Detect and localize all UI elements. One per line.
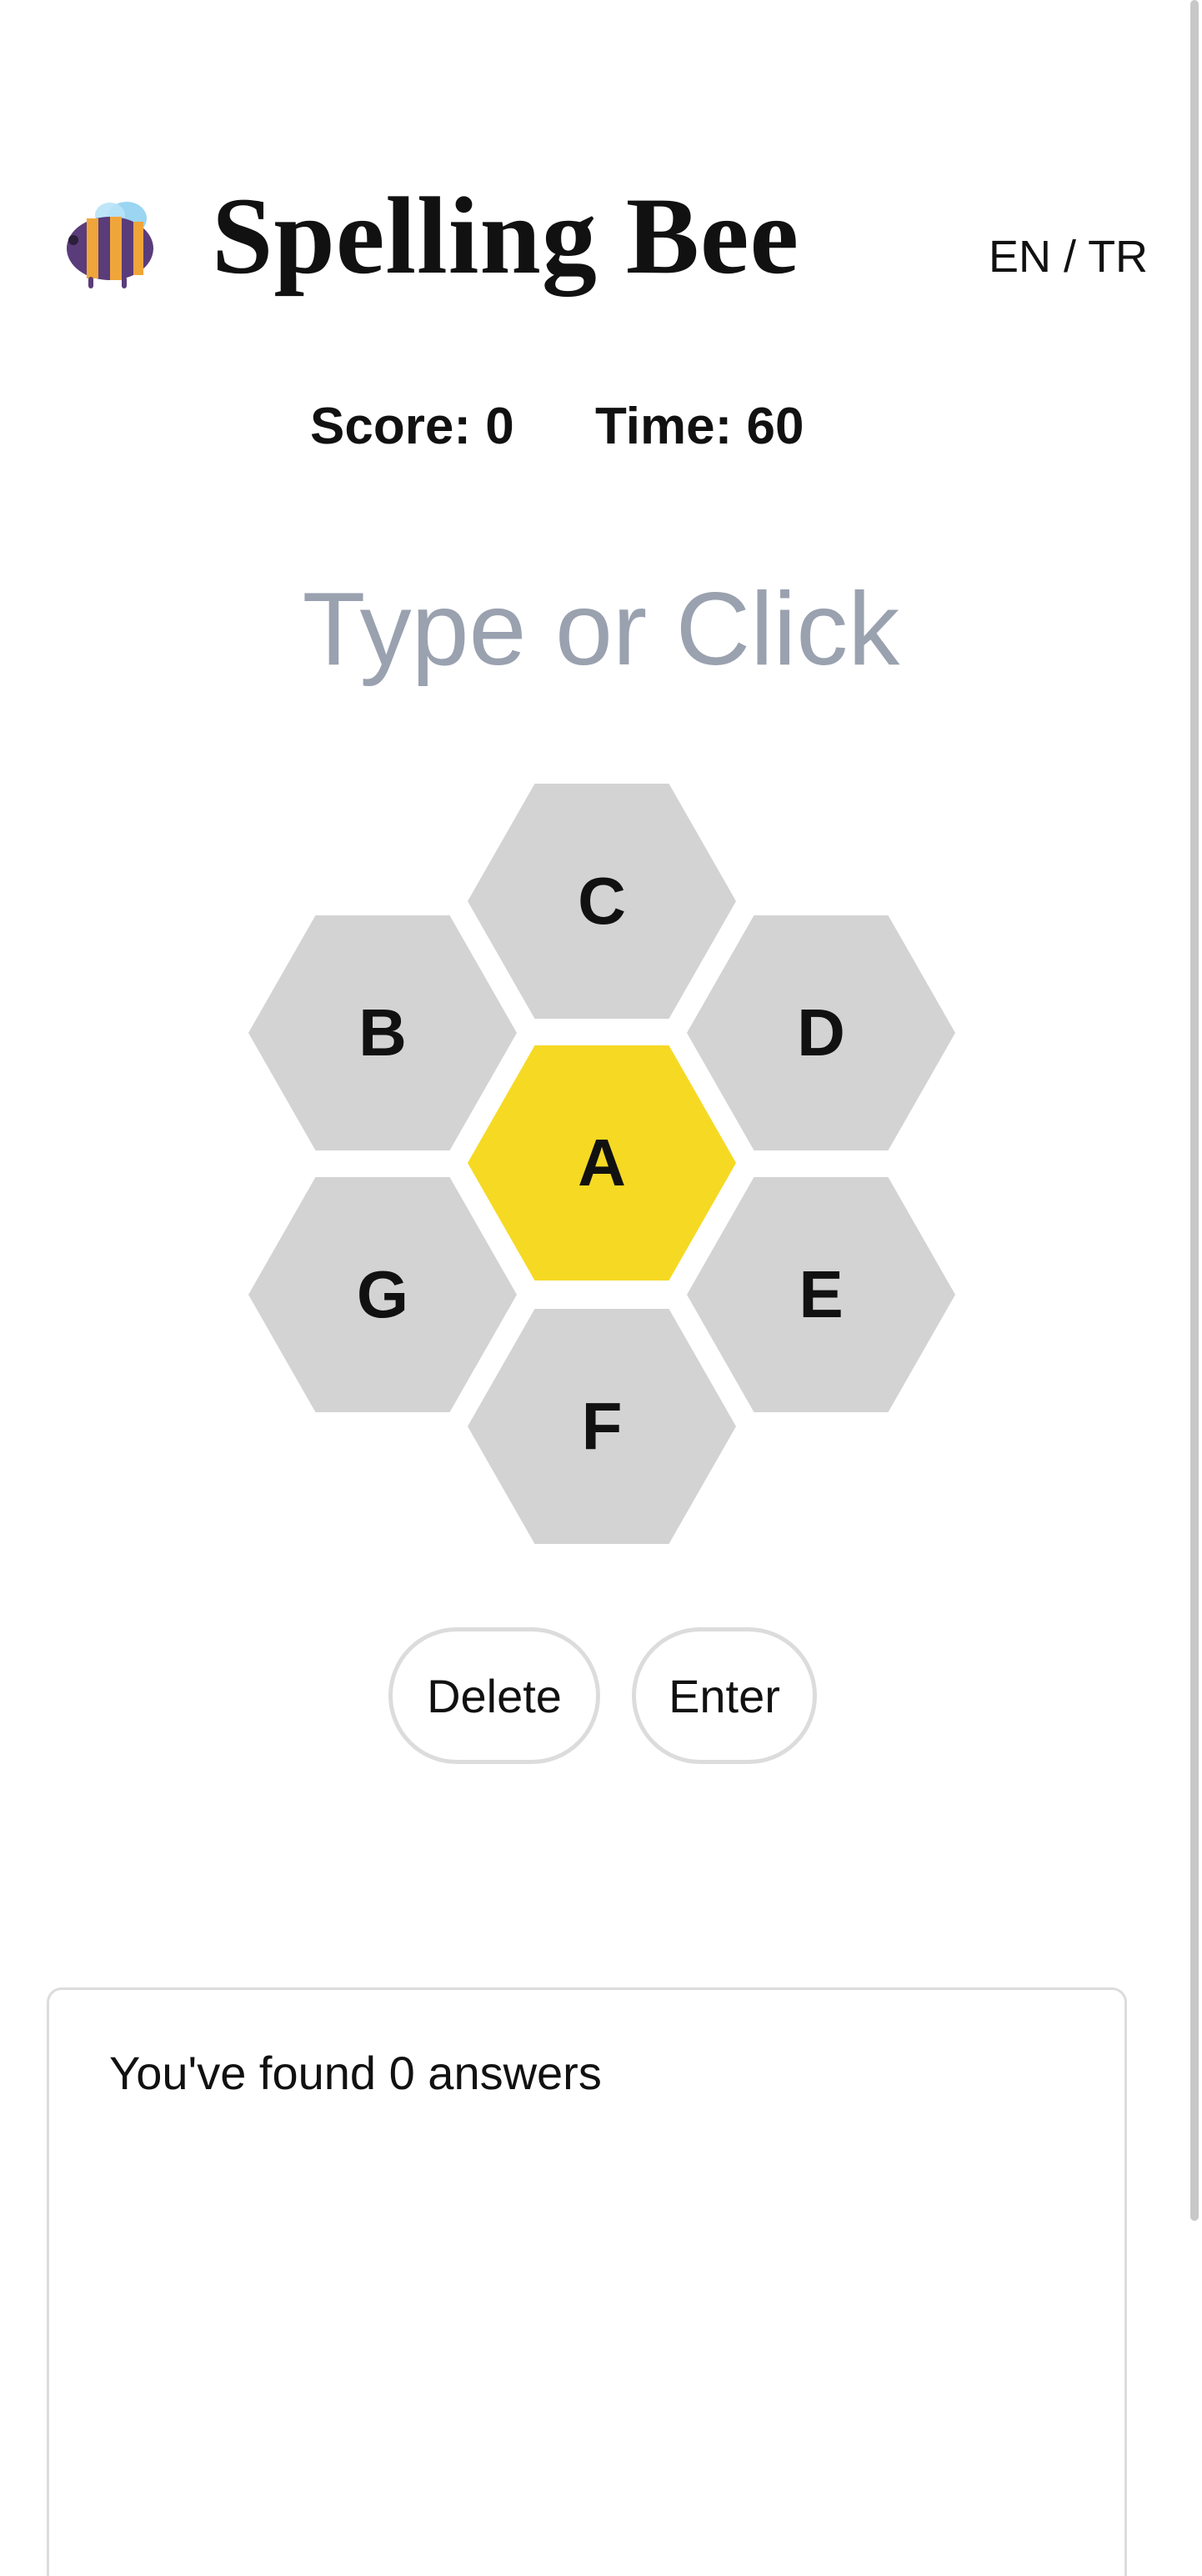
score-display: Score: 0 (310, 398, 514, 455)
hive-letter: D (797, 995, 845, 1070)
hive-cell-upper-right[interactable]: D (687, 915, 955, 1150)
language-switch: EN / TR (989, 230, 1148, 283)
delete-button[interactable]: Delete (388, 1627, 600, 1764)
hive-cell-upper-left[interactable]: B (248, 915, 517, 1150)
spelling-bee-page: Spelling Bee EN / TR Score: 0 Time: 60 T… (0, 0, 1202, 2576)
answers-summary: You've found 0 answers (109, 2047, 602, 2099)
app-title: Spelling Bee (212, 174, 800, 297)
hive-cell-bottom[interactable]: F (468, 1309, 736, 1544)
answers-panel: You've found 0 answers (47, 1987, 1127, 2576)
language-separator: / (1051, 232, 1089, 282)
bee-icon (67, 202, 153, 288)
hive-cell-center[interactable]: A (468, 1045, 736, 1280)
scrollbar-thumb[interactable] (1190, 0, 1199, 2221)
hive-cell-top[interactable]: C (468, 784, 736, 1019)
language-tr-link[interactable]: TR (1088, 232, 1148, 282)
hive-letter: E (799, 1257, 844, 1331)
hive-letter: G (356, 1257, 409, 1331)
hive-cell-lower-left[interactable]: G (248, 1177, 517, 1412)
hive-letter: B (358, 995, 407, 1070)
hive-cell-lower-right[interactable]: E (687, 1177, 955, 1412)
hive-center-letter: A (578, 1125, 626, 1200)
enter-button[interactable]: Enter (632, 1627, 817, 1764)
hive-letter: F (581, 1389, 623, 1463)
timer-display: Time: 60 (595, 398, 804, 455)
language-en-link[interactable]: EN (989, 232, 1051, 282)
word-input-display[interactable]: Type or Click (0, 567, 1202, 692)
hive-letter: C (578, 864, 626, 938)
